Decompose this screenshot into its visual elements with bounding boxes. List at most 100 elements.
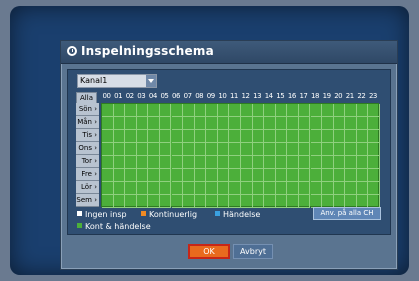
schedule-cell[interactable] [310,169,323,182]
hour-label[interactable]: 20 [333,91,344,102]
schedule-cell[interactable] [345,169,357,182]
schedule-cell[interactable] [194,182,207,195]
schedule-cell[interactable] [206,195,218,208]
schedule-cell[interactable] [136,104,149,117]
schedule-cell[interactable] [252,130,265,143]
schedule-cell[interactable] [102,117,114,130]
schedule-cell[interactable] [264,130,276,143]
schedule-cell[interactable] [229,130,241,143]
schedule-cell[interactable] [171,182,184,195]
schedule-cell[interactable] [113,130,126,143]
schedule-cell[interactable] [241,182,253,195]
schedule-cell[interactable] [159,117,172,130]
schedule-cell[interactable] [229,182,241,195]
schedule-cell[interactable] [298,104,311,117]
schedule-cell[interactable] [148,130,160,143]
schedule-cell[interactable] [148,156,160,169]
schedule-cell[interactable] [148,169,160,182]
schedule-cell[interactable] [148,182,160,195]
schedule-cell[interactable] [183,130,195,143]
schedule-cell[interactable] [125,104,137,117]
schedule-cell[interactable] [275,169,288,182]
schedule-cell[interactable] [183,104,195,117]
schedule-cell[interactable] [206,156,218,169]
schedule-cell[interactable] [113,169,126,182]
schedule-cell[interactable] [206,143,218,156]
hour-label[interactable]: 02 [124,91,135,102]
schedule-cell[interactable] [264,182,276,195]
day-label[interactable]: Fre › [76,168,99,181]
hour-label[interactable]: 03 [136,91,147,102]
schedule-cell[interactable] [217,130,230,143]
schedule-cell[interactable] [287,143,299,156]
schedule-cell[interactable] [183,156,195,169]
schedule-cell[interactable] [264,104,276,117]
schedule-cell[interactable] [241,130,253,143]
schedule-cell[interactable] [183,143,195,156]
schedule-cell[interactable] [275,130,288,143]
schedule-cell[interactable] [171,104,184,117]
schedule-cell[interactable] [229,169,241,182]
day-label[interactable]: Ons › [76,142,99,155]
schedule-cell[interactable] [322,156,334,169]
schedule-cell[interactable] [102,182,114,195]
schedule-cell[interactable] [287,156,299,169]
schedule-cell[interactable] [183,195,195,208]
schedule-cell[interactable] [194,117,207,130]
schedule-cell[interactable] [217,169,230,182]
schedule-cell[interactable] [171,143,184,156]
schedule-cell[interactable] [368,143,380,156]
schedule-cell[interactable] [298,143,311,156]
hour-label[interactable]: 12 [240,91,251,102]
hour-label[interactable]: 18 [310,91,321,102]
schedule-cell[interactable] [102,130,114,143]
schedule-cell[interactable] [148,143,160,156]
schedule-cell[interactable] [333,117,346,130]
day-label[interactable]: Tis › [76,129,99,142]
schedule-cell[interactable] [333,182,346,195]
schedule-cell[interactable] [275,156,288,169]
schedule-cell[interactable] [113,156,126,169]
schedule-cell[interactable] [194,195,207,208]
schedule-cell[interactable] [345,117,357,130]
schedule-cell[interactable] [148,117,160,130]
schedule-cell[interactable] [229,156,241,169]
schedule-cell[interactable] [136,169,149,182]
schedule-cell[interactable] [356,130,369,143]
schedule-cell[interactable] [217,104,230,117]
schedule-cell[interactable] [345,143,357,156]
schedule-cell[interactable] [241,117,253,130]
schedule-cell[interactable] [241,156,253,169]
schedule-cell[interactable] [275,182,288,195]
schedule-cell[interactable] [206,169,218,182]
cancel-button[interactable]: Avbryt [233,244,273,259]
schedule-cell[interactable] [264,143,276,156]
schedule-cell[interactable] [310,143,323,156]
schedule-cell[interactable] [217,195,230,208]
schedule-cell[interactable] [183,117,195,130]
schedule-cell[interactable] [252,195,265,208]
schedule-cell[interactable] [252,104,265,117]
schedule-cell[interactable] [136,143,149,156]
schedule-cell[interactable] [102,195,114,208]
schedule-cell[interactable] [356,143,369,156]
schedule-cell[interactable] [136,117,149,130]
schedule-cell[interactable] [125,195,137,208]
schedule-cell[interactable] [159,182,172,195]
schedule-cell[interactable] [206,130,218,143]
schedule-cell[interactable] [183,182,195,195]
schedule-cell[interactable] [136,130,149,143]
schedule-cell[interactable] [345,182,357,195]
day-label[interactable]: Tor › [76,155,99,168]
schedule-cell[interactable] [322,104,334,117]
schedule-cell[interactable] [333,169,346,182]
schedule-cell[interactable] [217,117,230,130]
schedule-cell[interactable] [194,169,207,182]
schedule-cell[interactable] [310,156,323,169]
hour-label[interactable]: 16 [286,91,297,102]
schedule-cell[interactable] [368,169,380,182]
hour-label[interactable]: 09 [205,91,216,102]
schedule-cell[interactable] [298,182,311,195]
schedule-cell[interactable] [148,195,160,208]
schedule-cell[interactable] [356,182,369,195]
